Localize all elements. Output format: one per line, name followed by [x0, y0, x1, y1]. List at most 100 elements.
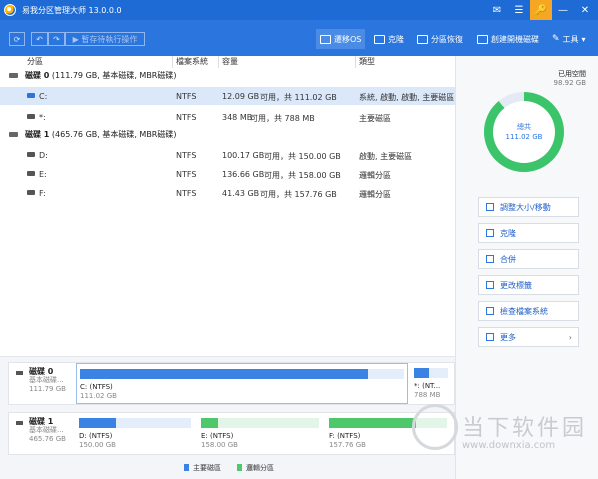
legend-logical: 邏輯分區: [237, 463, 274, 473]
partition-capacity: 可用，共 111.02 GB: [260, 93, 337, 102]
hard-disk-icon: [16, 371, 23, 375]
disk-size: 111.79 GB: [29, 385, 66, 393]
hard-disk-icon: [9, 72, 18, 78]
used-space-value: 98.92 GB: [553, 79, 587, 87]
partition-list: 分區 檔案系統 容量 類型 磁碟 0 (111.79 GB, 基本磁碟, MBR…: [0, 56, 455, 356]
partition-name: D:: [39, 151, 48, 160]
window-controls: ✉ ☰ 🔑 — ✕: [486, 0, 596, 20]
disk-title: 磁碟 0: [29, 367, 54, 376]
partition-capacity: 可用，共 157.76 GB: [260, 190, 337, 199]
legend-swatch: [237, 464, 242, 471]
disk-size: 465.76 GB: [29, 435, 66, 443]
title-bar: 易我分区管理大师 13.0.0.0 ✉ ☰ 🔑 — ✕: [0, 0, 598, 20]
legend: 主要磁區 邏輯分區: [184, 463, 274, 473]
used-space-label: 已用空間 98.92 GB: [554, 70, 587, 88]
table-row[interactable]: *: NTFS 348 MB 可用，共 788 MB 主要磁區: [0, 108, 455, 126]
usage-bar-fill: [329, 418, 417, 428]
table-row[interactable]: E: NTFS 136.66 GB 可用，共 158.00 GB 邏輯分區: [0, 165, 455, 183]
refresh-button[interactable]: ⟳: [9, 32, 25, 46]
usage-bar-fill: [201, 418, 218, 428]
segment-size: 158.00 GB: [201, 441, 238, 449]
app-title: 易我分区管理大师 13.0.0.0: [22, 5, 122, 15]
apply-pending-button[interactable]: ▶ 暫存待執行操作: [65, 32, 145, 46]
partition-recovery-button[interactable]: 分區恢復: [417, 29, 463, 49]
clone-icon: [486, 229, 494, 237]
merge-button[interactable]: 合併: [478, 249, 579, 269]
partition-capacity: 可用，共 150.00 GB: [264, 152, 341, 161]
recovery-icon: [417, 34, 428, 44]
close-button[interactable]: ✕: [574, 0, 596, 20]
column-divider: [172, 56, 173, 68]
change-label-button[interactable]: 更改標籤: [478, 275, 579, 295]
usage-bar-fill: [80, 369, 369, 379]
legend-label: 主要磁區: [193, 464, 221, 472]
column-filesystem[interactable]: 檔案系統: [176, 56, 208, 68]
op-label: 更多: [500, 332, 516, 342]
segment-name: F: (NTFS): [329, 432, 361, 440]
key-icon[interactable]: 🔑: [530, 0, 552, 20]
column-capacity[interactable]: 容量: [222, 56, 238, 68]
partition-used: 136.66 GB: [222, 170, 265, 179]
op-label: 合併: [500, 254, 516, 264]
partition-used: 100.17 GB: [222, 151, 265, 160]
partition-used: 348 MB: [222, 113, 253, 122]
disk-type: 基本磁碟...: [29, 426, 64, 434]
tools-menu-button[interactable]: ✎ 工具 ▾: [552, 29, 586, 49]
partition-type: 啟動, 主要磁區: [359, 152, 413, 161]
partition-bar: [414, 368, 448, 378]
minimize-button[interactable]: —: [552, 0, 574, 20]
watermark-text: 当下软件园: [462, 416, 588, 441]
partition-type: 邏輯分區: [359, 171, 391, 180]
create-bootable-disk-button[interactable]: 創建開機磁碟: [477, 29, 539, 49]
disk-0-header[interactable]: 磁碟 0 (111.79 GB, 基本磁碟, MBR磁碟): [0, 68, 455, 82]
check-filesystem-button[interactable]: 檢查檔案系統: [478, 301, 579, 321]
table-row[interactable]: F: NTFS 41.43 GB 可用，共 157.76 GB 邏輯分區: [0, 184, 455, 202]
disk-1-header[interactable]: 磁碟 1 (465.76 GB, 基本磁碟, MBR磁碟): [0, 127, 455, 141]
segment-size: 150.00 GB: [79, 441, 116, 449]
partition-fs: NTFS: [176, 151, 197, 160]
disk-1-map[interactable]: 磁碟 1 基本磁碟... 465.76 GB D: (NTFS) 150.00 …: [8, 412, 455, 455]
redo-button[interactable]: ↷: [48, 32, 65, 46]
partition-type: 系統, 啟動, 啟動, 主要磁區: [359, 93, 455, 102]
table-row[interactable]: D: NTFS 100.17 GB 可用，共 150.00 GB 啟動, 主要磁…: [0, 146, 455, 164]
partition-segment-d[interactable]: D: (NTFS) 150.00 GB: [76, 413, 194, 454]
donut-total-value: 111.02 GB: [505, 133, 543, 141]
partition-name: *:: [39, 113, 46, 122]
clone-button[interactable]: 克隆: [374, 29, 404, 49]
more-button[interactable]: 更多 ›: [478, 327, 579, 347]
resize-icon: [486, 203, 494, 211]
disk-0-map[interactable]: 磁碟 0 基本磁碟... 111.79 GB C: (NTFS) 111.02 …: [8, 362, 455, 405]
table-row[interactable]: C: NTFS 12.09 GB 可用，共 111.02 GB 系統, 啟動, …: [0, 87, 455, 105]
disk-map: 磁碟 0 基本磁碟... 111.79 GB C: (NTFS) 111.02 …: [0, 356, 455, 479]
resize-move-button[interactable]: 調整大小/移動: [478, 197, 579, 217]
partition-bar: [80, 369, 404, 379]
partition-fs: NTFS: [176, 113, 197, 122]
clone-partition-button[interactable]: 克隆: [478, 223, 579, 243]
partition-fs: NTFS: [176, 92, 197, 101]
column-type[interactable]: 類型: [359, 56, 375, 68]
mail-icon[interactable]: ✉: [486, 0, 508, 20]
segment-name: C: (NTFS): [80, 383, 113, 391]
op-label: 更改標籤: [500, 280, 532, 290]
legend-swatch: [184, 464, 189, 471]
disk-info: 磁碟 1 基本磁碟... 465.76 GB: [9, 413, 74, 454]
partition-type: 主要磁區: [359, 114, 391, 123]
undo-button[interactable]: ↶: [31, 32, 48, 46]
segment-name: E: (NTFS): [201, 432, 234, 440]
partition-name: E:: [39, 170, 47, 179]
disk-title: 磁碟 1: [29, 417, 54, 426]
column-partition[interactable]: 分區: [27, 56, 43, 68]
partition-segment-star[interactable]: *: (NT... 788 MB: [411, 363, 451, 404]
wrench-icon: ✎: [552, 34, 560, 44]
op-label: 檢查檔案系統: [500, 306, 548, 316]
migrate-os-button[interactable]: 遷移OS: [316, 29, 366, 49]
partition-segment-c[interactable]: C: (NTFS) 111.02 GB: [76, 363, 408, 404]
usage-donut-chart: 總共 111.02 GB: [484, 92, 564, 172]
partition-type: 邏輯分區: [359, 190, 391, 199]
partition-segment-e[interactable]: E: (NTFS) 158.00 GB: [198, 413, 322, 454]
boot-disk-icon: [477, 34, 488, 44]
partition-name: C:: [39, 92, 48, 101]
watermark-logo-icon: [412, 404, 458, 450]
disk-info: 磁碟 0 基本磁碟... 111.79 GB: [9, 363, 74, 404]
menu-icon[interactable]: ☰: [508, 0, 530, 20]
